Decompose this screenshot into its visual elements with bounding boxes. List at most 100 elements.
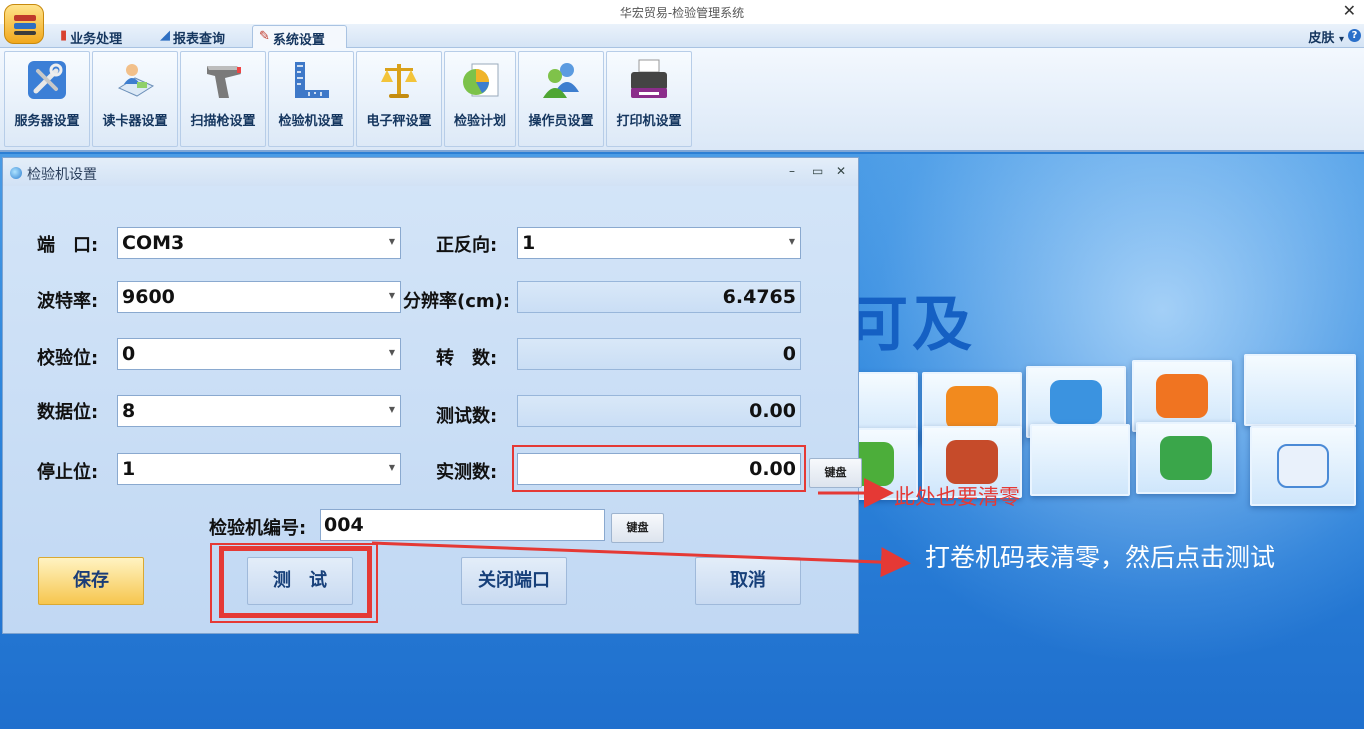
machine-no-input[interactable]: 004 (320, 509, 605, 541)
stopbits-select[interactable]: 1 ▼ (117, 453, 401, 485)
tab-system-settings[interactable]: ✎ 系统设置 (252, 25, 347, 48)
annotation-highlight-actual-count (512, 445, 806, 492)
resolution-field: 6.4765 (517, 281, 801, 313)
app-tile (1030, 424, 1130, 496)
ribbon-button-label: 检验机设置 (278, 114, 344, 129)
parity-value: 0 (122, 343, 136, 365)
chevron-down-icon: ▼ (388, 237, 395, 246)
area-chart-icon: ◢ (160, 28, 170, 43)
window-title-bar: 华宏贸易-检验管理系统 ✕ (0, 0, 1364, 24)
app-tile (1136, 422, 1236, 494)
help-icon[interactable]: ? (1348, 29, 1361, 42)
inspection-plan-button[interactable]: 检验计划 (444, 51, 516, 147)
databits-label: 数据位: (37, 402, 99, 423)
card-reader-settings-button[interactable]: 读卡器设置 (92, 51, 178, 147)
stopbits-label: 停止位: (37, 462, 99, 483)
inspection-machine-settings-button[interactable]: 检验机设置 (268, 51, 354, 147)
window-close-button[interactable]: ✕ (1343, 1, 1356, 20)
port-select[interactable]: COM3 ▼ (117, 227, 401, 259)
cancel-button[interactable]: 取消 (695, 557, 801, 605)
annotation-highlight-test-inner (219, 546, 372, 618)
scale-settings-button[interactable]: 电子秤设置 (356, 51, 442, 147)
scanner-settings-button[interactable]: 扫描枪设置 (180, 51, 266, 147)
app-menu-orb-icon[interactable] (4, 4, 44, 44)
minimize-button[interactable]: – (789, 164, 795, 178)
port-label: 端 口: (37, 235, 99, 256)
databits-value: 8 (122, 400, 136, 422)
skin-menu[interactable]: 皮肤 ▾ (1308, 27, 1344, 46)
resolution-label: 分辨率(cm): (403, 291, 511, 312)
ribbon-button-label: 读卡器设置 (102, 114, 168, 129)
parity-label: 校验位: (37, 348, 99, 369)
server-settings-button[interactable]: 服务器设置 (4, 51, 90, 147)
tab-reports[interactable]: ◢ 报表查询 (154, 25, 231, 48)
card-reader-icon (117, 64, 155, 97)
barcode-scanner-icon (207, 66, 241, 98)
dialog-title-bar: 检验机设置 – ▭ ✕ (3, 158, 858, 186)
chart-app-icon (1277, 444, 1329, 488)
revolutions-field: 0 (517, 338, 801, 370)
revolutions-value: 0 (782, 343, 796, 365)
machine-no-keyboard-button[interactable]: 键盘 (611, 513, 664, 543)
app-tile (1244, 354, 1356, 426)
direction-select[interactable]: 1 ▼ (517, 227, 801, 259)
machine-no-value: 004 (324, 514, 364, 536)
ribbon-panel: 服务器设置 读卡器设置 扫描枪设置 检验机设置 电子秤设置 检验计划 操作员设置… (0, 48, 1364, 152)
ribbon-button-label: 打印机设置 (616, 114, 682, 129)
resolution-value: 6.4765 (722, 286, 796, 308)
tab-label: 系统设置 (272, 33, 325, 48)
ribbon-tab-bar: ▮ 业务处理 ◢ 报表查询 ✎ 系统设置 皮肤 ▾ ? (0, 24, 1364, 48)
chevron-down-icon: ▼ (388, 291, 395, 300)
wrench-screwdriver-icon (28, 61, 66, 99)
test-count-field: 0.00 (517, 395, 801, 427)
baud-value: 9600 (122, 286, 175, 308)
chevron-down-icon: ▼ (388, 405, 395, 414)
annotation-note-instructions: 打卷机码表清零，然后点击测试 (925, 543, 1276, 572)
people-app-icon (1160, 436, 1212, 480)
users-icon (543, 63, 579, 98)
ribbon-button-label: 电子秤设置 (366, 114, 432, 129)
dialog-close-button[interactable]: ✕ (836, 164, 846, 178)
app-tile (1250, 426, 1356, 506)
direction-label: 正反向: (436, 235, 498, 256)
window-title: 华宏贸易-检验管理系统 (619, 6, 745, 20)
chevron-down-icon: ▾ (1338, 34, 1344, 45)
ribbon-button-label: 操作员设置 (528, 114, 594, 129)
annotation-note-clear: 此处也要清零 (894, 485, 1020, 509)
port-value: COM3 (122, 232, 185, 254)
close-port-button[interactable]: 关闭端口 (461, 557, 567, 605)
tab-label: 报表查询 (173, 32, 226, 47)
chevron-down-icon: ▼ (388, 463, 395, 472)
baud-select[interactable]: 9600 ▼ (117, 281, 401, 313)
brand-slogan: 可及 (848, 290, 976, 360)
scale-icon (381, 64, 417, 98)
actual-count-keyboard-button[interactable]: 键盘 (809, 458, 862, 488)
pacman-app-icon (946, 386, 998, 430)
databits-select[interactable]: 8 ▼ (117, 395, 401, 427)
chevron-down-icon: ▼ (388, 348, 395, 357)
bar-chart-icon: ▮ (60, 28, 68, 43)
ribbon-button-label: 检验计划 (453, 114, 506, 129)
maximize-button[interactable]: ▭ (812, 164, 823, 178)
actual-count-label: 实测数: (436, 462, 498, 483)
skin-label: 皮肤 (1308, 31, 1335, 46)
globe-icon (10, 167, 22, 179)
revolutions-label: 转 数: (436, 348, 498, 369)
printer-settings-button[interactable]: 打印机设置 (606, 51, 692, 147)
direction-value: 1 (522, 232, 536, 254)
tab-business[interactable]: ▮ 业务处理 (54, 25, 128, 48)
operator-settings-button[interactable]: 操作员设置 (518, 51, 604, 147)
tools-icon: ✎ (259, 29, 270, 44)
machine-no-label: 检验机编号: (209, 518, 307, 539)
baud-label: 波特率: (37, 291, 99, 312)
parity-select[interactable]: 0 ▼ (117, 338, 401, 370)
test-count-value: 0.00 (749, 400, 796, 422)
folder-app-icon (946, 440, 998, 484)
pie-chart-icon (463, 63, 499, 97)
tab-label: 业务处理 (70, 32, 123, 47)
ruler-square-icon (295, 62, 329, 98)
save-button[interactable]: 保存 (38, 557, 144, 605)
dialog-title: 检验机设置 (27, 167, 97, 183)
ribbon-button-label: 扫描枪设置 (190, 114, 256, 129)
ribbon-button-label: 服务器设置 (14, 114, 80, 129)
